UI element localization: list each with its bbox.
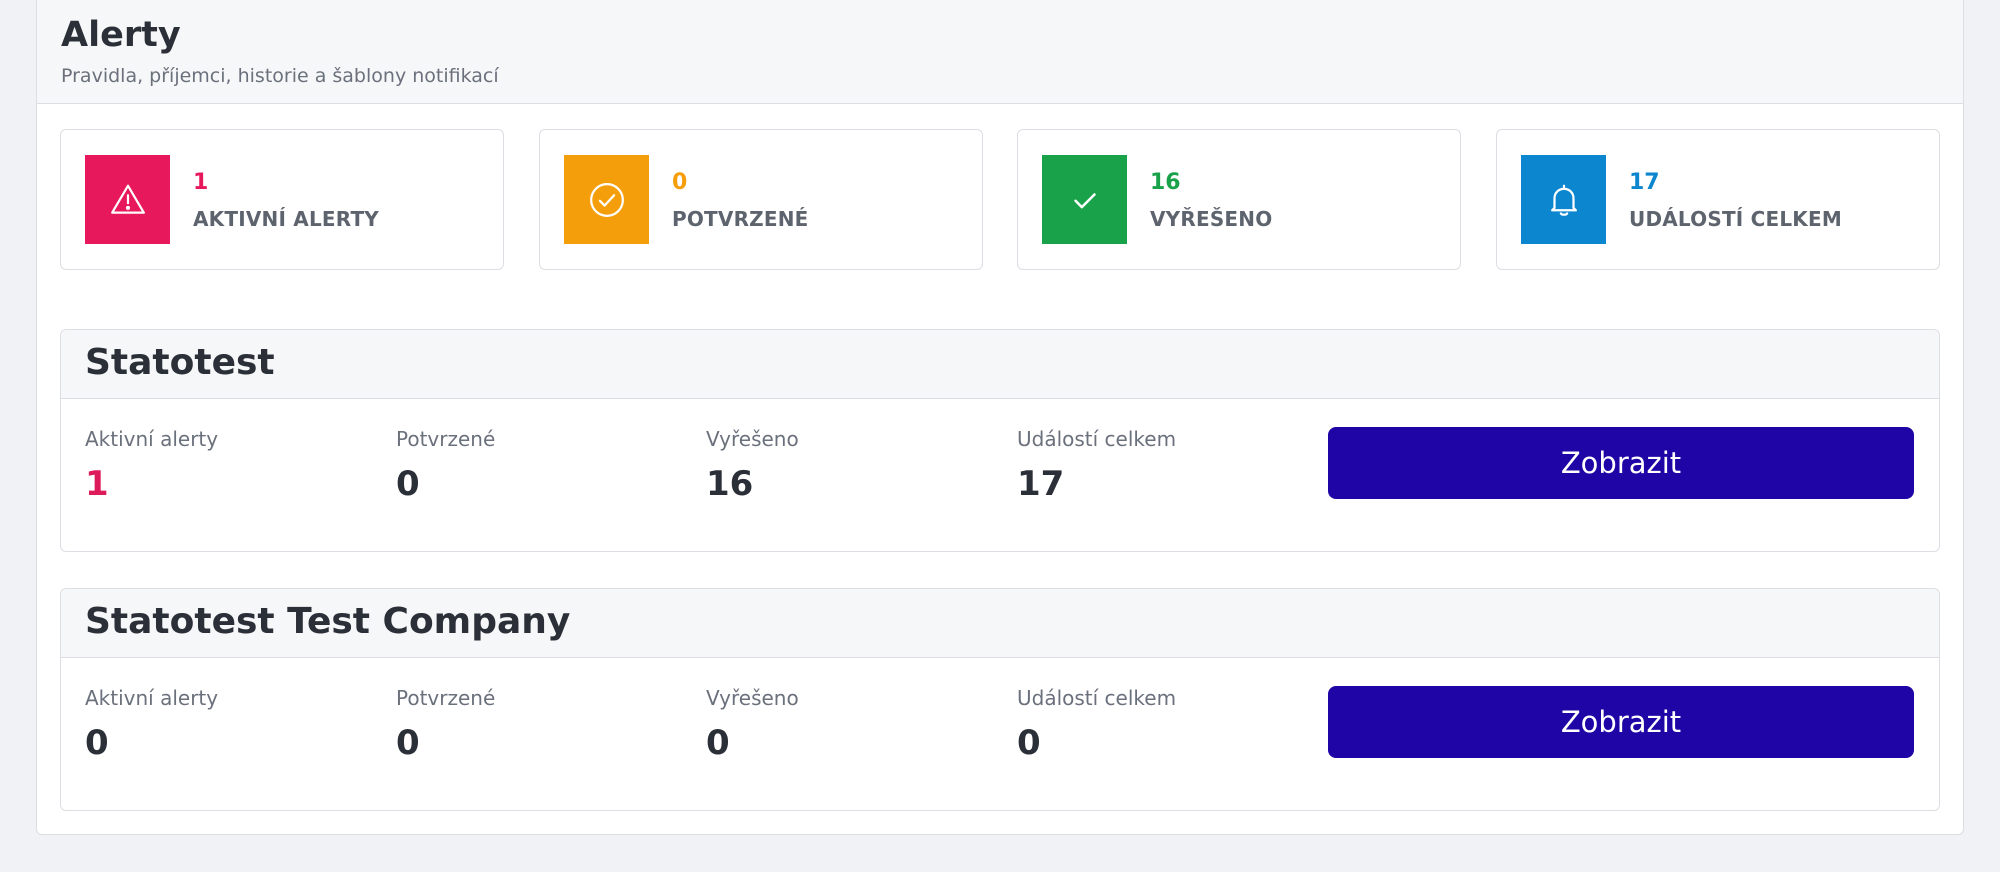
metric-label: Vyřešeno <box>706 427 799 451</box>
metric-label: Aktivní alerty <box>85 427 219 451</box>
summary-label: AKTIVNÍ ALERTY <box>193 207 379 231</box>
metric-label: Událostí celkem <box>1017 427 1177 451</box>
summary-value: 0 <box>672 170 688 195</box>
warning-triangle-icon <box>85 155 170 244</box>
metric-label: Potvrzené <box>396 686 496 710</box>
company-card: Statotest Test Company Aktivní alerty 0 … <box>60 588 1940 811</box>
metric-value: 0 <box>706 723 730 763</box>
summary-card-confirmed: 0 POTVRZENÉ <box>539 129 983 270</box>
page-title: Alerty <box>61 15 181 55</box>
metric-active: Aktivní alerty 1 <box>85 426 218 504</box>
summary-value: 1 <box>193 170 209 195</box>
metric-value: 0 <box>1017 723 1041 763</box>
summary-label: VYŘEŠENO <box>1150 207 1273 231</box>
metric-label: Vyřešeno <box>706 686 799 710</box>
show-button[interactable]: Zobrazit <box>1328 427 1914 499</box>
metric-value: 16 <box>706 464 754 504</box>
metric-value: 0 <box>85 723 109 763</box>
metric-value: 17 <box>1017 464 1065 504</box>
company-header: Statotest <box>61 330 1939 399</box>
page-subtitle: Pravidla, příjemci, historie a šablony n… <box>61 65 499 87</box>
metric-total: Událostí celkem 17 <box>1017 426 1176 504</box>
summary-label: POTVRZENÉ <box>672 207 809 231</box>
show-button[interactable]: Zobrazit <box>1328 686 1914 758</box>
metric-total: Událostí celkem 0 <box>1017 685 1176 763</box>
company-metrics: Aktivní alerty 1 Potvrzené 0 Vyřešeno 16… <box>61 399 1939 551</box>
summary-value: 17 <box>1629 170 1660 195</box>
bell-icon <box>1521 155 1606 244</box>
metric-label: Událostí celkem <box>1017 686 1177 710</box>
summary-card-total: 17 UDÁLOSTÍ CELKEM <box>1496 129 1940 270</box>
metric-value: 0 <box>396 464 420 504</box>
metric-resolved: Vyřešeno 16 <box>706 426 799 504</box>
metric-active: Aktivní alerty 0 <box>85 685 218 763</box>
summary-label: UDÁLOSTÍ CELKEM <box>1629 207 1842 231</box>
company-metrics: Aktivní alerty 0 Potvrzené 0 Vyřešeno 0 … <box>61 658 1939 810</box>
metric-confirmed: Potvrzené 0 <box>396 426 495 504</box>
company-name: Statotest Test Company <box>85 601 571 642</box>
company-name: Statotest <box>85 342 275 383</box>
check-circle-icon <box>564 155 649 244</box>
summary-cards: 1 AKTIVNÍ ALERTY 0 POTVRZENÉ 16 VYŘEŠENO <box>60 129 1940 270</box>
summary-value: 16 <box>1150 170 1181 195</box>
metric-label: Aktivní alerty <box>85 686 219 710</box>
metric-value: 1 <box>85 464 109 504</box>
metric-label: Potvrzené <box>396 427 496 451</box>
summary-card-resolved: 16 VYŘEŠENO <box>1017 129 1461 270</box>
metric-value: 0 <box>396 723 420 763</box>
company-header: Statotest Test Company <box>61 589 1939 658</box>
metric-confirmed: Potvrzené 0 <box>396 685 495 763</box>
summary-card-active: 1 AKTIVNÍ ALERTY <box>60 129 504 270</box>
panel-header: Alerty Pravidla, příjemci, historie a ša… <box>37 0 1963 104</box>
company-card: Statotest Aktivní alerty 1 Potvrzené 0 V… <box>60 329 1940 552</box>
metric-resolved: Vyřešeno 0 <box>706 685 799 763</box>
checkmark-icon <box>1042 155 1127 244</box>
